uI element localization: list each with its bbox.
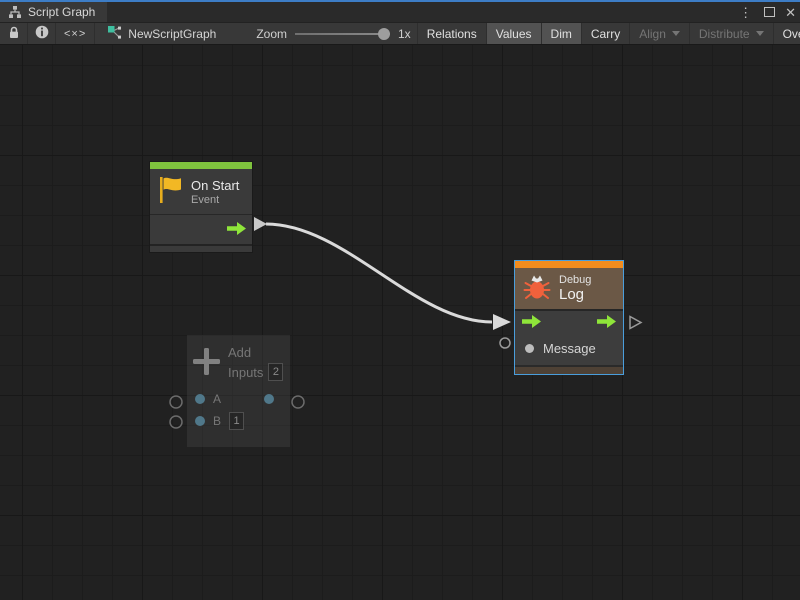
inputs-count-field[interactable]: 2 <box>268 363 283 381</box>
graph-canvas[interactable]: On Start Event <box>0 45 800 600</box>
flow-in-arrow-icon[interactable] <box>522 315 541 331</box>
tab-title: Script Graph <box>28 5 95 19</box>
node-debug-log[interactable]: Debug Log Message <box>514 260 624 375</box>
node-subtitle: Inputs 2 <box>228 363 283 381</box>
debug-log-header: Debug Log <box>515 268 623 309</box>
node-add-preview[interactable]: Add Inputs 2 A B 1 <box>187 335 290 447</box>
align-label: Align <box>639 27 666 41</box>
graph-asset-icon <box>107 25 122 43</box>
values-label: Values <box>496 27 532 41</box>
align-dropdown[interactable]: Align <box>629 23 689 44</box>
add-port-row-b: B 1 <box>187 411 290 431</box>
chevron-down-icon <box>756 31 764 36</box>
flag-icon <box>158 175 183 208</box>
zoom-slider-track <box>295 33 390 35</box>
tab-script-graph[interactable]: Script Graph <box>0 2 107 22</box>
code-toggle-icon: <×> <box>64 28 86 40</box>
node-title: On Start <box>191 178 239 193</box>
zoom-label: Zoom <box>256 27 287 41</box>
on-start-footer <box>150 244 252 252</box>
port-a-dot[interactable] <box>195 394 205 404</box>
dim-label: Dim <box>551 27 572 41</box>
lock-icon <box>8 26 20 42</box>
debug-log-footer <box>515 365 623 374</box>
add-node-tail <box>187 433 290 447</box>
port-b-dot[interactable] <box>195 416 205 426</box>
node-title: Log <box>559 286 591 303</box>
wire-arrowhead <box>493 314 511 330</box>
node-group: Debug <box>559 274 591 286</box>
script-graph-icon <box>8 5 22 19</box>
info-icon <box>35 25 49 42</box>
add-header: Add Inputs 2 <box>187 335 290 389</box>
maximize-icon[interactable] <box>764 7 775 17</box>
tab-bar: Script Graph ⋮ ✕ <box>0 2 800 22</box>
message-input-row: Message <box>515 335 623 361</box>
carry-label: Carry <box>591 27 620 41</box>
add-port-row-a: A <box>187 389 290 409</box>
add-subtitle-text: Inputs <box>228 365 263 380</box>
values-button[interactable]: Values <box>486 23 541 44</box>
zoom-slider[interactable] <box>295 28 390 40</box>
window-menu-icon[interactable]: ⋮ <box>737 6 754 19</box>
message-port-label: Message <box>543 341 596 356</box>
port-b-value-field[interactable]: 1 <box>229 412 244 430</box>
relations-button[interactable]: Relations <box>417 23 486 44</box>
event-color-bar <box>150 162 252 169</box>
close-icon[interactable]: ✕ <box>785 6 796 19</box>
debug-output-port-triangle[interactable] <box>630 317 641 329</box>
debug-log-flow-row <box>515 311 623 335</box>
add-sum-external-port-circle[interactable] <box>292 396 304 408</box>
connection-wire[interactable] <box>266 224 492 322</box>
bug-icon <box>523 273 551 304</box>
zoom-slider-handle[interactable] <box>378 28 390 40</box>
add-titles: Add Inputs 2 <box>228 345 283 381</box>
code-preview-button[interactable]: <×> <box>56 23 95 44</box>
node-on-start[interactable]: On Start Event <box>149 161 253 253</box>
port-a-label: A <box>213 392 221 406</box>
on-start-port-row <box>150 214 252 244</box>
relations-label: Relations <box>427 27 477 41</box>
add-a-external-port-circle[interactable] <box>170 396 182 408</box>
zoom-control: Zoom 1x <box>256 27 416 41</box>
node-title: Add <box>228 345 283 360</box>
graph-reference[interactable]: NewScriptGraph <box>95 23 228 44</box>
sum-output-dot[interactable] <box>264 394 274 404</box>
graph-toolbar: <×> NewScriptGraph Zoom 1x Relations Val… <box>0 22 800 45</box>
plus-icon <box>193 348 220 378</box>
node-subtitle: Event <box>191 194 239 206</box>
lock-button[interactable] <box>0 23 28 44</box>
message-external-port-circle[interactable] <box>500 338 510 348</box>
view-options-group: Relations Values Dim Carry Align Distrib… <box>417 23 800 44</box>
dim-button[interactable]: Dim <box>541 23 581 44</box>
message-port-dot[interactable] <box>525 344 534 353</box>
on-start-header: On Start Event <box>150 169 252 214</box>
carry-button[interactable]: Carry <box>581 23 629 44</box>
debug-log-body: Message <box>515 311 623 365</box>
port-b-label: B <box>213 414 221 428</box>
overview-label: Overview <box>783 27 800 41</box>
overview-button[interactable]: Overview <box>773 23 800 44</box>
distribute-label: Distribute <box>699 27 750 41</box>
debug-color-bar <box>515 261 623 268</box>
wire-layer <box>0 45 800 600</box>
window-controls: ⋮ ✕ <box>737 2 796 22</box>
chevron-down-icon <box>672 31 680 36</box>
info-button[interactable] <box>28 23 56 44</box>
distribute-dropdown[interactable]: Distribute <box>689 23 773 44</box>
flow-arrow-icon[interactable] <box>227 222 246 238</box>
debug-log-titles: Debug Log <box>559 274 591 303</box>
on-start-titles: On Start Event <box>191 178 239 206</box>
zoom-value: 1x <box>398 27 411 41</box>
output-port-triangle[interactable] <box>254 217 267 231</box>
graph-name: NewScriptGraph <box>128 27 216 41</box>
add-b-external-port-circle[interactable] <box>170 416 182 428</box>
flow-out-arrow-icon[interactable] <box>597 315 616 331</box>
